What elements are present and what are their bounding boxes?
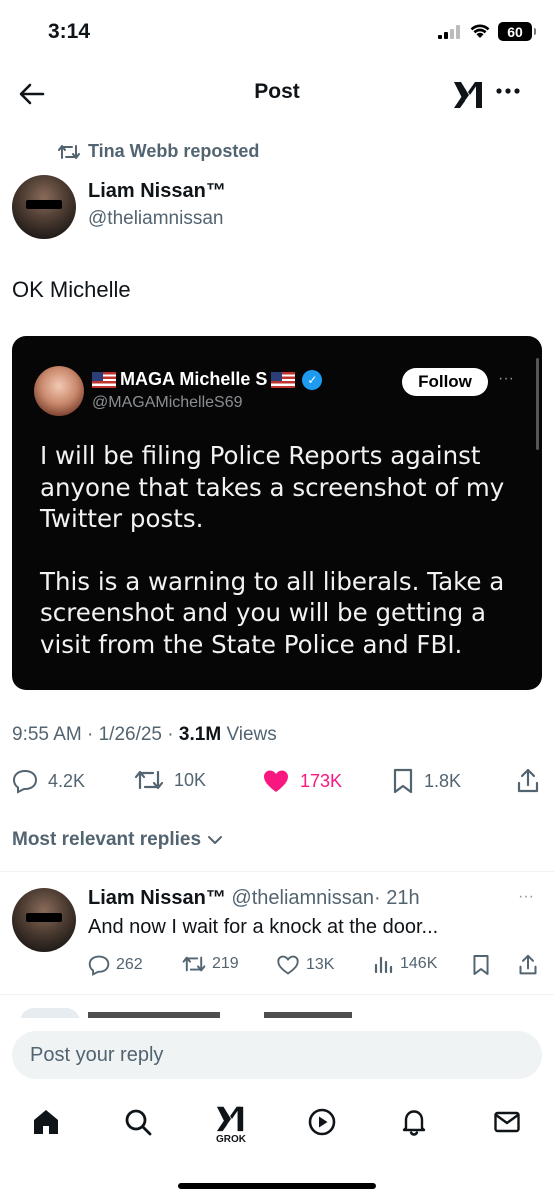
repost-action-button[interactable]: 10K <box>134 768 206 792</box>
reply-share-button[interactable] <box>518 954 538 976</box>
embed-name-text: MAGA Michelle S <box>120 369 268 389</box>
embed-scrollbar <box>536 358 539 450</box>
author-handle[interactable]: @theliamnissan <box>88 208 223 230</box>
tab-messages[interactable] <box>487 1102 527 1142</box>
embed-handle: @MAGAMichelleS69 <box>92 394 243 411</box>
reply-views-count: 146K <box>400 955 438 972</box>
avatar-glasses <box>26 200 62 209</box>
reply-bookmark-button[interactable] <box>472 954 490 976</box>
reply-reply-button[interactable]: 262 <box>88 954 143 976</box>
post-views-label: Views <box>226 724 277 745</box>
search-icon <box>125 1109 152 1136</box>
us-flag-icon <box>271 371 296 388</box>
author-name[interactable]: Liam Nissan™ <box>88 180 226 203</box>
tab-search[interactable] <box>118 1102 158 1142</box>
wifi-icon <box>470 24 490 38</box>
bookmark-icon <box>393 768 413 794</box>
post-date: 1/26/25 <box>98 724 163 745</box>
more-horizontal-icon <box>496 88 520 94</box>
reply-icon <box>12 769 38 794</box>
status-time: 3:14 <box>48 20 91 43</box>
repost-icon <box>58 144 80 159</box>
reply-like-count: 13K <box>306 956 335 973</box>
embed-body: I will be filing Police Reports against … <box>40 440 520 660</box>
reply-like-button[interactable]: 13K <box>276 954 334 976</box>
bookmark-count: 1.8K <box>424 770 462 791</box>
embed-author-name: MAGA Michelle S ✓ <box>92 369 323 390</box>
reply-more-button[interactable]: ··· <box>518 888 534 906</box>
post-time: 9:55 AM <box>12 724 82 745</box>
cellular-signal-icon <box>438 24 460 39</box>
reply-repost-button[interactable]: 219 <box>182 954 239 974</box>
reply-author-handle: @theliamnissan <box>231 887 374 909</box>
share-icon <box>519 954 537 975</box>
grok-logo-button[interactable] <box>452 78 486 110</box>
tab-grok[interactable] <box>211 1098 251 1138</box>
share-action-button[interactable] <box>516 768 540 794</box>
repost-text: Tina Webb reposted <box>88 141 260 161</box>
reply-author-avatar[interactable] <box>12 888 76 952</box>
reply-views-button[interactable]: 146K <box>374 954 437 974</box>
embed-avatar <box>34 366 84 416</box>
reply-icon <box>88 955 110 976</box>
verified-badge-icon: ✓ <box>302 369 323 390</box>
reply-reply-count: 262 <box>116 956 143 973</box>
repost-icon <box>134 770 164 790</box>
replies-sort-dropdown[interactable]: Most relevant replies <box>12 829 223 851</box>
post-text: OK Michelle <box>12 277 131 302</box>
embed-more-icon: ··· <box>498 370 514 387</box>
bell-icon <box>402 1110 426 1136</box>
mail-icon <box>494 1111 520 1133</box>
repost-count: 10K <box>174 769 207 790</box>
tab-notifications[interactable] <box>394 1102 434 1142</box>
replies-heading-text: Most relevant replies <box>12 829 202 850</box>
status-icons: 60 <box>438 22 536 41</box>
reply-text: And now I wait for a knock at the door..… <box>88 916 439 938</box>
reply-input[interactable] <box>12 1031 542 1079</box>
heart-outline-icon <box>277 955 299 975</box>
tab-video[interactable] <box>302 1102 342 1142</box>
more-options-button[interactable] <box>495 78 521 104</box>
post-meta: 9:55 AM · 1/26/25 · 3.1M Views <box>12 724 277 745</box>
tab-home[interactable] <box>26 1102 66 1142</box>
repost-icon <box>182 956 206 972</box>
bookmark-action-button[interactable]: 1.8K <box>392 768 461 794</box>
divider <box>0 871 554 872</box>
chevron-down-icon <box>208 836 223 844</box>
like-count: 173K <box>300 770 343 791</box>
reply-time: · 21h <box>373 887 420 909</box>
bookmark-icon <box>473 955 489 975</box>
home-icon <box>34 1110 58 1134</box>
embed-paragraph: This is a warning to all liberals. Take … <box>40 566 505 659</box>
reply-count: 4.2K <box>48 770 86 791</box>
grok-icon <box>216 1106 244 1132</box>
author-avatar[interactable] <box>12 175 76 239</box>
analytics-icon <box>374 956 393 974</box>
play-circle-icon <box>308 1108 336 1136</box>
reply-author[interactable]: Liam Nissan™ @theliamnissan· 21h <box>88 887 420 910</box>
tab-grok-label: GROK <box>216 1134 246 1145</box>
home-indicator <box>178 1183 376 1189</box>
embedded-image[interactable]: MAGA Michelle S ✓ @MAGAMichelleS69 Follo… <box>12 336 542 690</box>
grok-icon <box>454 82 482 108</box>
post-views-count: 3.1M <box>178 724 222 745</box>
embed-paragraph: I will be filing Police Reports against … <box>40 441 505 533</box>
us-flag-icon <box>92 371 116 388</box>
avatar-glasses <box>26 913 62 922</box>
battery-indicator: 60 <box>498 22 536 41</box>
divider <box>0 994 554 995</box>
embed-follow-button: Follow <box>402 368 488 396</box>
reply-action-button[interactable]: 4.2K <box>12 768 85 794</box>
repost-indicator[interactable]: Tina Webb reposted <box>58 141 259 162</box>
share-icon <box>517 768 539 793</box>
like-action-button[interactable]: 173K <box>262 768 342 794</box>
heart-filled-icon <box>264 770 288 792</box>
reply-author-name: Liam Nissan™ <box>88 887 226 909</box>
reply-repost-count: 219 <box>212 955 239 972</box>
